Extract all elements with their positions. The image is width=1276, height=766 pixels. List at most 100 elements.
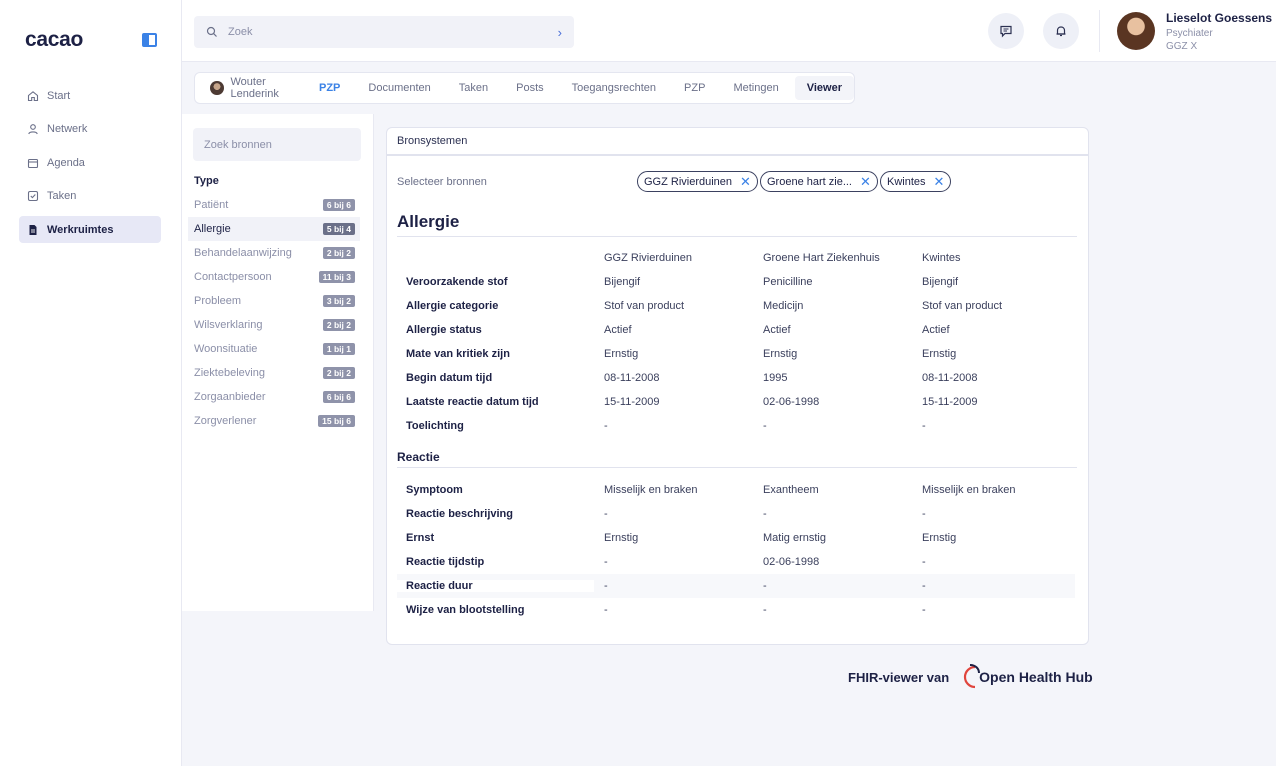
global-search[interactable]: › (194, 16, 574, 48)
type-item-wilsverklaring[interactable]: Wilsverklaring 2 bij 2 (188, 313, 360, 337)
notifications-button[interactable] (1043, 13, 1079, 49)
source-search[interactable] (193, 128, 361, 161)
top-header: › Lieselot Goessens Psychiater GGZ X (182, 0, 1276, 62)
sidebar-item-agenda[interactable]: Agenda (19, 149, 161, 176)
type-item-behandelaanwijzing[interactable]: Behandelaanwijzing 2 bij 2 (188, 241, 360, 265)
user-icon (27, 123, 39, 135)
type-item-allergie[interactable]: Allergie 5 bij 4 (188, 217, 360, 241)
sidebar-item-werkruimtes[interactable]: Werkruimtes (19, 216, 161, 243)
tab-posts[interactable]: Posts (516, 82, 544, 94)
type-label: Probleem (194, 295, 242, 307)
row-label: Allergie status (406, 324, 482, 336)
chip-label: Kwintes (887, 175, 926, 188)
chevron-right-icon[interactable]: › (558, 25, 562, 40)
card-title: Bronsystemen (387, 128, 1088, 156)
type-item-contactpersoon[interactable]: Contactpersoon 11 bij 3 (188, 265, 360, 289)
type-label: Patiënt (194, 199, 229, 211)
tab-documenten[interactable]: Documenten (368, 82, 430, 94)
sidebar-item-start[interactable]: Start (19, 82, 161, 109)
messages-button[interactable] (988, 13, 1024, 49)
cell-value: Ernstig (922, 348, 957, 360)
tab-viewer[interactable]: Viewer (794, 76, 854, 100)
user-name[interactable]: Lieselot Goessens (1166, 11, 1272, 25)
table-row: Laatste reactie datum tijd 15-11-2009 02… (397, 390, 1075, 414)
row-label: Reactie beschrijving (406, 508, 513, 520)
app-logo[interactable]: cacao (25, 28, 83, 52)
row-label: Wijze van blootstelling (406, 604, 525, 616)
source-search-input[interactable] (204, 138, 361, 151)
reaction-title: Reactie (397, 450, 440, 464)
tab-taken[interactable]: Taken (459, 82, 488, 94)
row-label: Reactie duur (397, 580, 594, 592)
type-label: Allergie (194, 223, 231, 235)
footer-text: FHIR-viewer van (848, 669, 950, 685)
section-divider (397, 236, 1077, 237)
type-item-probleem[interactable]: Probleem 3 bij 2 (188, 289, 360, 313)
workspace-tabs: Wouter Lenderink PZP Documenten Taken Po… (194, 72, 855, 104)
cell-value: - (763, 420, 767, 432)
cell-value: 02-06-1998 (763, 396, 820, 408)
source-chip[interactable]: GGZ Rivierduinen ✕ (637, 171, 758, 192)
row-label: Symptoom (406, 484, 463, 496)
type-item-patient[interactable]: Patiënt 6 bij 6 (188, 193, 360, 217)
sidebar: cacao Start Netwerk Agenda Taken Werkrui… (0, 0, 182, 766)
viewer-card: Bronsystemen Selecteer bronnen GGZ Rivie… (386, 127, 1089, 645)
sidebar-toggle-icon[interactable] (142, 33, 157, 47)
table-row: Reactie duur - - - (397, 574, 1075, 598)
close-icon[interactable]: ✕ (934, 175, 945, 188)
close-icon[interactable]: ✕ (740, 175, 751, 188)
count-badge: 3 bij 2 (322, 295, 355, 307)
source-chip[interactable]: Groene hart zie... ✕ (760, 171, 878, 192)
cell-value: Actief (604, 324, 632, 336)
chat-icon (1000, 25, 1012, 38)
type-item-zorgaanbieder[interactable]: Zorgaanbieder 6 bij 6 (188, 385, 360, 409)
close-icon[interactable]: ✕ (860, 175, 871, 188)
type-label: Zorgaanbieder (194, 391, 266, 403)
source-chip[interactable]: Kwintes ✕ (880, 171, 952, 192)
cell-value: Ernstig (922, 532, 957, 544)
sidebar-item-netwerk[interactable]: Netwerk (19, 116, 161, 143)
tab-pzp[interactable]: PZP (684, 82, 705, 94)
type-item-woonsituatie[interactable]: Woonsituatie 1 bij 1 (188, 337, 360, 361)
cell-value: - (922, 420, 926, 432)
table-row: Mate van kritiek zijn Ernstig Ernstig Er… (397, 342, 1075, 366)
sidebar-item-label: Werkruimtes (47, 223, 114, 236)
cell-value: Ernstig (763, 348, 798, 360)
cell-value: - (763, 604, 767, 616)
table-row: Reactie beschrijving - - - (397, 502, 1075, 526)
row-label: Ernst (406, 532, 435, 544)
header-divider (1099, 10, 1100, 52)
row-label: Allergie categorie (406, 300, 499, 312)
cell-value: - (922, 556, 926, 568)
cell-value: 15-11-2009 (604, 396, 660, 408)
section-title: Allergie (397, 212, 460, 231)
sidebar-item-taken[interactable]: Taken (19, 183, 161, 210)
user-avatar[interactable] (1117, 12, 1155, 50)
document-icon (27, 224, 39, 236)
type-heading: Type (194, 175, 219, 187)
cell-value: - (922, 508, 926, 520)
table-row: Reactie tijdstip - 02-06-1998 - (397, 550, 1075, 574)
count-badge: 2 bij 2 (322, 247, 355, 259)
table-row: Ernst Ernstig Matig ernstig Ernstig (397, 526, 1075, 550)
table-row: Veroorzakende stof Bijengif Penicilline … (397, 270, 1075, 294)
tab-toegangsrechten[interactable]: Toegangsrechten (572, 82, 656, 94)
type-item-zorgverlener[interactable]: Zorgverlener 15 bij 6 (188, 409, 360, 433)
cell-value: Stof van product (922, 300, 1003, 312)
table-row: Begin datum tijd 08-11-2008 1995 08-11-2… (397, 366, 1075, 390)
cell-value: - (604, 556, 608, 568)
cell-value: - (604, 508, 608, 520)
column-header: Kwintes (922, 252, 961, 264)
search-input[interactable] (228, 26, 558, 38)
row-label: Toelichting (406, 420, 464, 432)
cell-value: - (604, 420, 608, 432)
tab-metingen[interactable]: Metingen (733, 82, 778, 94)
type-list: Patiënt 6 bij 6 Allergie 5 bij 4 Behandela… (188, 193, 360, 433)
user-org: GGZ X (1166, 41, 1198, 52)
row-label: Mate van kritiek zijn (406, 348, 510, 360)
type-item-ziektebeleving[interactable]: Ziektebeleving 2 bij 2 (188, 361, 360, 385)
tab-patient-name[interactable]: Wouter Lenderink (231, 76, 314, 100)
sidebar-item-label: Start (47, 89, 71, 102)
cell-value: - (604, 580, 608, 592)
row-label: Begin datum tijd (406, 372, 493, 384)
